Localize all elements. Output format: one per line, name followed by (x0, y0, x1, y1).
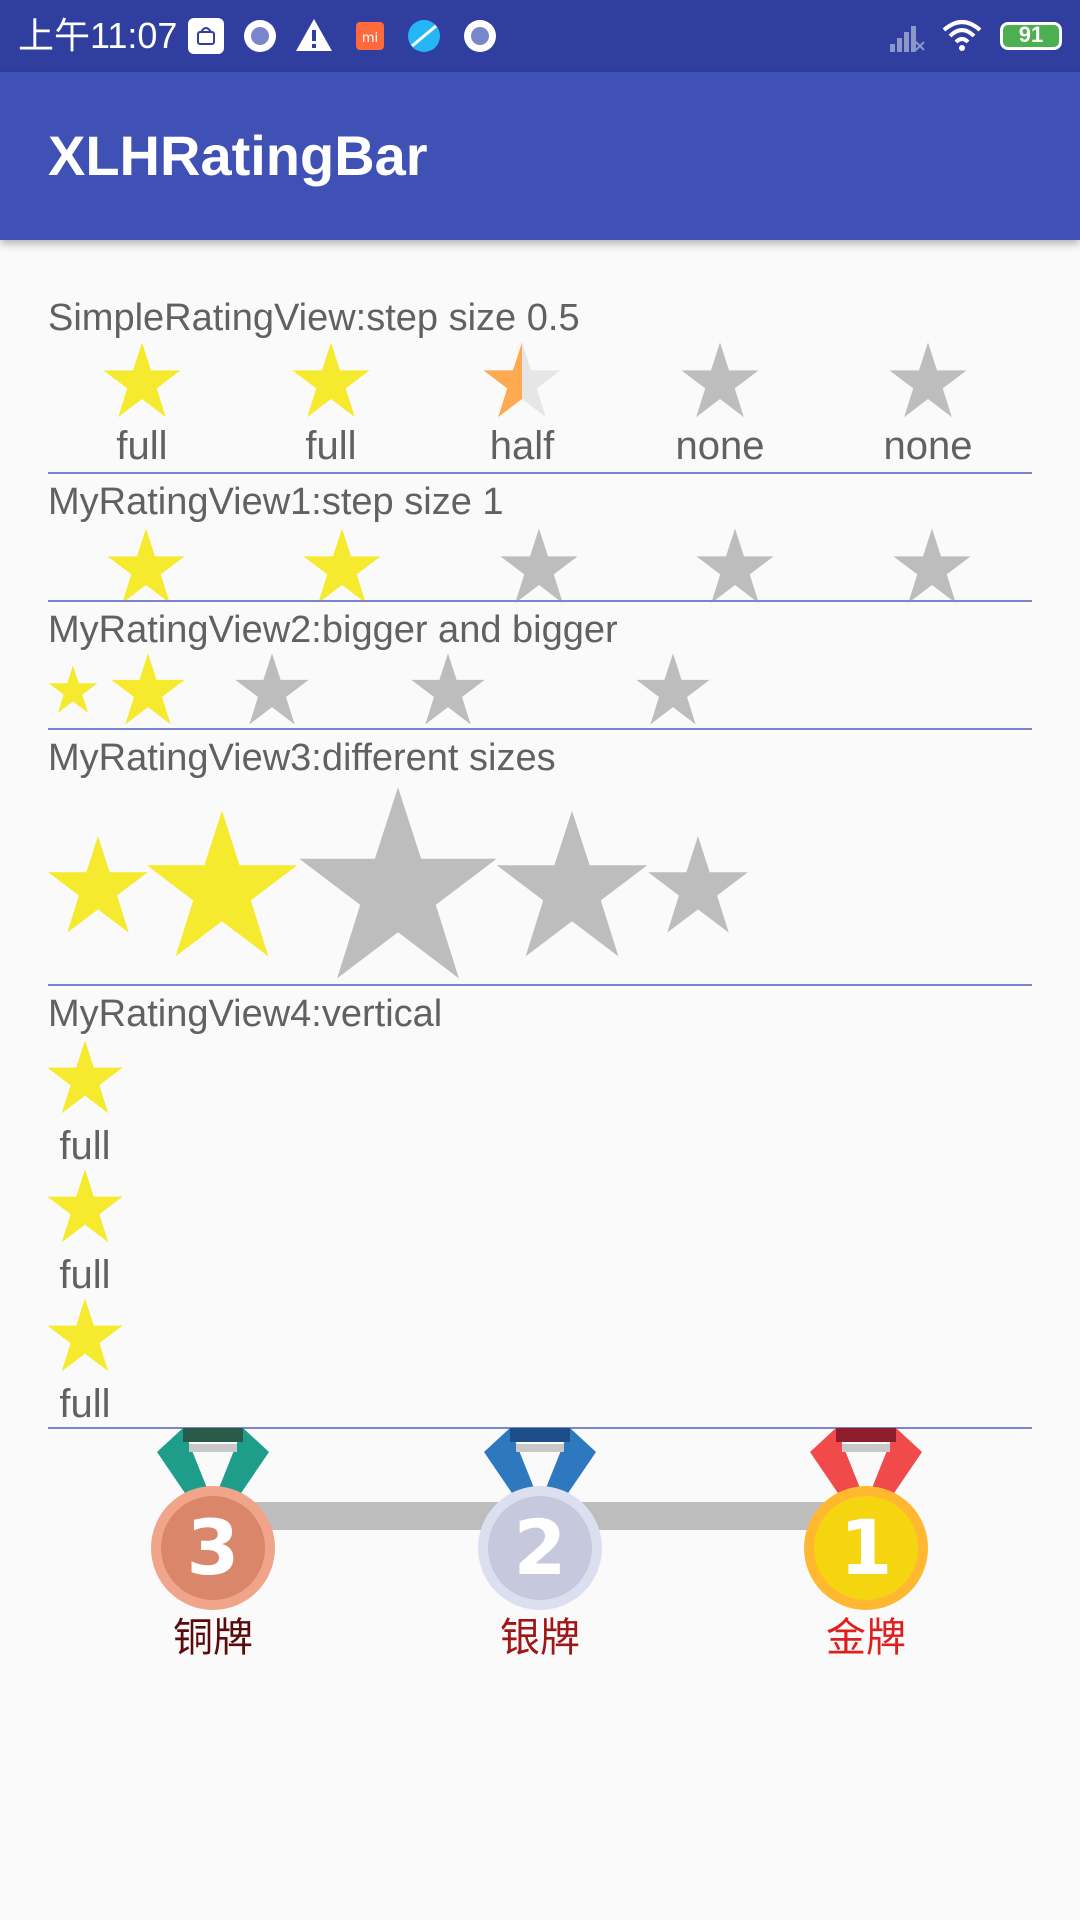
medal-icon[interactable]: 3 (143, 1428, 283, 1618)
rating-star[interactable] (481, 340, 563, 422)
battery-level: 91 (1018, 22, 1044, 47)
rating-star[interactable] (45, 1038, 125, 1118)
browser-icon (408, 20, 440, 52)
status-bar: 上午11:07 mi 91 (0, 0, 1080, 72)
medal-icon[interactable]: 2 (470, 1428, 610, 1618)
medal-label: 铜牌 (173, 1615, 253, 1661)
circle-app-icon (244, 20, 276, 52)
svg-text:mi: mi (362, 31, 378, 46)
rating-view-2-heading: MyRatingView2:bigger and bigger (48, 609, 618, 651)
rating-view-1-heading: MyRatingView1:step size 1 (48, 481, 504, 523)
star-label: full (59, 1382, 111, 1426)
wifi-icon (942, 20, 982, 51)
medal-label: 金牌 (826, 1615, 906, 1661)
divider (48, 600, 1032, 602)
circle-app-icon (464, 20, 496, 52)
rating-view-3-heading: MyRatingView3:different sizes (48, 737, 556, 779)
rating-star[interactable] (109, 651, 187, 729)
rating-star[interactable] (634, 651, 712, 729)
rating-star[interactable] (47, 664, 99, 716)
rating-star[interactable] (498, 526, 580, 608)
warning-icon (296, 19, 332, 51)
svg-text:1: 1 (840, 1503, 893, 1592)
star-label: none (883, 424, 973, 468)
medal-icon[interactable]: 1 (796, 1428, 936, 1618)
rating-star[interactable] (492, 806, 652, 966)
rating-star[interactable] (142, 806, 302, 966)
rating-star[interactable] (679, 340, 761, 422)
star-label: full (305, 424, 357, 468)
star-label: full (116, 424, 168, 468)
rating-star[interactable] (290, 340, 372, 422)
rating-star[interactable] (891, 526, 973, 608)
rating-star[interactable] (45, 833, 151, 939)
rating-star[interactable] (101, 340, 183, 422)
signal-icon (890, 26, 925, 52)
rating-star[interactable] (45, 1167, 125, 1247)
app-bar: XLHRatingBar (0, 72, 1080, 240)
star-label: full (59, 1124, 111, 1168)
mi-icon: mi (356, 22, 384, 50)
simple-rating-heading: SimpleRatingView:step size 0.5 (48, 297, 580, 339)
rating-star[interactable] (301, 526, 383, 608)
rating-star[interactable] (645, 833, 751, 939)
svg-text:3: 3 (187, 1503, 240, 1592)
star-label: full (59, 1253, 111, 1297)
rating-star[interactable] (409, 651, 487, 729)
status-time: 上午11:07 (18, 15, 178, 56)
divider (48, 472, 1032, 474)
star-label: half (489, 424, 555, 468)
rating-view-4-heading: MyRatingView4:vertical (48, 993, 443, 1035)
rating-star[interactable] (694, 526, 776, 608)
rating-star[interactable] (233, 651, 311, 729)
divider (48, 984, 1032, 986)
rating-star[interactable] (45, 1296, 125, 1376)
star-label: none (675, 424, 765, 468)
rating-star[interactable] (293, 781, 503, 991)
medal-label: 银牌 (500, 1615, 580, 1661)
rating-star[interactable] (105, 526, 187, 608)
app-title: XLHRatingBar (48, 124, 428, 187)
svg-text:2: 2 (514, 1503, 567, 1592)
divider (48, 728, 1032, 730)
rating-star[interactable] (887, 340, 969, 422)
mi-store-icon (188, 18, 224, 54)
battery-icon: 91 (1000, 22, 1062, 50)
